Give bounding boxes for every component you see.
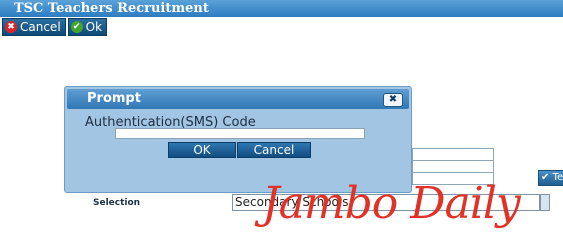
close-icon: ✖ xyxy=(388,94,398,105)
check-icon: ✔ xyxy=(70,21,83,33)
toolbar-cancel-button[interactable]: ✖ Cancel xyxy=(2,18,66,36)
dialog-close-button[interactable]: ✖ xyxy=(383,93,403,107)
background-partial-button[interactable]: ✔ Te xyxy=(538,170,563,186)
dialog-ok-button[interactable]: OK xyxy=(168,142,236,158)
window-title-bar: TSC Teachers Recruitment xyxy=(0,0,563,17)
dialog-title: Prompt xyxy=(87,91,141,106)
background-partial-button-label: Te xyxy=(552,172,563,183)
toolbar: ✖ Cancel ✔ Ok xyxy=(2,18,108,36)
auth-code-input[interactable] xyxy=(115,128,365,139)
selection-label: Selection xyxy=(93,198,141,208)
watermark-text: Jambo Daily xyxy=(262,178,521,229)
toolbar-ok-button[interactable]: ✔ Ok xyxy=(67,18,108,36)
toolbar-ok-label: Ok xyxy=(85,20,103,34)
prompt-dialog: Prompt ✖ Authentication(SMS) Code OK Can… xyxy=(64,86,412,193)
window-title: TSC Teachers Recruitment xyxy=(14,1,209,16)
selection-dropdown-arrow[interactable] xyxy=(540,194,550,211)
cancel-icon: ✖ xyxy=(5,21,17,33)
dialog-header: Prompt ✖ xyxy=(67,89,409,109)
dialog-cancel-button[interactable]: Cancel xyxy=(237,142,311,158)
watermark-logo: Jambo Daily xyxy=(262,178,521,229)
toolbar-cancel-label: Cancel xyxy=(20,20,61,34)
